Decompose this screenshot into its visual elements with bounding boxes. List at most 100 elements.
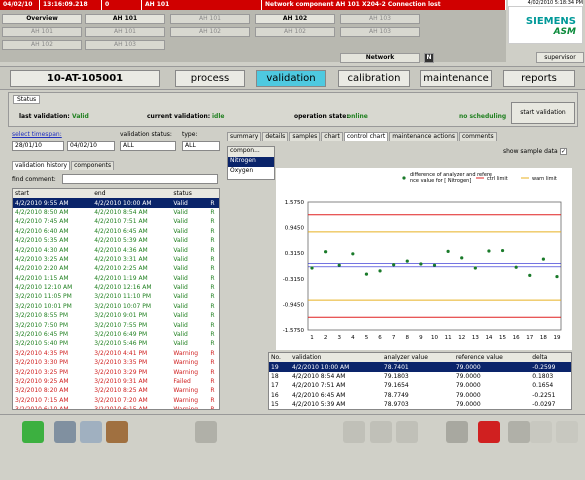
row-end: 4/2/2010 4:36 AM <box>94 246 148 254</box>
area-slot[interactable]: AH 102 <box>170 27 250 37</box>
type-select[interactable]: ALL <box>182 141 220 151</box>
history-row[interactable]: 3/2/2010 3:25 PM 3/2/2010 3:29 PM Warning R <box>13 367 219 376</box>
data-row[interactable]: 18 4/2/2010 8:54 AM 79.1803 79.0000 0.1803 <box>269 372 571 381</box>
history-row[interactable]: 3/2/2010 4:35 PM 3/2/2010 4:41 PM Warning R <box>13 349 219 358</box>
x-tick-label: 6 <box>378 335 382 341</box>
history-row[interactable]: 4/2/2010 9:55 AM 4/2/2010 10:00 AM Valid R <box>13 198 219 208</box>
screen-icon[interactable] <box>195 421 217 443</box>
history-row[interactable]: 3/2/2010 6:45 PM 3/2/2010 6:49 PM Valid R <box>13 330 219 339</box>
history-row[interactable]: 3/2/2010 3:30 PM 3/2/2010 3:35 PM Warning R <box>13 358 219 367</box>
component-nitrogen[interactable]: Nitrogen <box>228 157 274 167</box>
show-sample-checkbox[interactable]: ✓ <box>560 148 567 155</box>
history-row[interactable]: 4/2/2010 2:20 AM 4/2/2010 2:25 AM Valid R <box>13 264 219 273</box>
history-row[interactable]: 3/2/2010 8:20 AM 3/2/2010 8:25 AM Warning R <box>13 386 219 395</box>
data-cell-no: 18 <box>271 372 279 380</box>
network-icon[interactable] <box>54 421 76 443</box>
alarm-bar[interactable]: 04/02/10 13:16:09.218 0 AH 101 Network c… <box>0 0 506 10</box>
tab-maintenance-actions[interactable]: maintenance actions <box>389 132 458 141</box>
history-row[interactable]: 4/2/2010 7:45 AM 4/2/2010 7:51 AM Valid R <box>13 217 219 226</box>
col-no[interactable]: No. <box>269 353 290 362</box>
col-end[interactable]: end <box>92 189 171 198</box>
tab-control-chart[interactable]: control chart <box>343 132 389 141</box>
col-type[interactable] <box>208 189 219 198</box>
history-row[interactable]: 4/2/2010 1:15 AM 4/2/2010 1:19 AM Valid R <box>13 274 219 283</box>
history-row[interactable]: 4/2/2010 6:40 AM 4/2/2010 6:45 AM Valid R <box>13 227 219 236</box>
tab-samples[interactable]: samples <box>289 132 321 141</box>
area-slot[interactable]: AH 103 <box>340 27 420 37</box>
acknowledge-icon[interactable] <box>530 421 552 443</box>
history-row[interactable]: 4/2/2010 8:50 AM 4/2/2010 8:54 AM Valid R <box>13 208 219 217</box>
validation-status-select[interactable]: ALL <box>120 141 176 151</box>
power-icon[interactable] <box>478 421 500 443</box>
row-end: 3/2/2010 10:07 PM <box>94 302 152 310</box>
to-date-picker[interactable]: 04/02/10 <box>67 141 115 151</box>
data-row[interactable]: 15 4/2/2010 5:39 AM 78.9703 79.0000 -0.0297 <box>269 400 571 409</box>
tab-details[interactable]: details <box>262 132 289 141</box>
user-badge[interactable]: supervisor <box>536 52 584 63</box>
overview-slot[interactable]: AH 102 <box>2 40 82 50</box>
area-slot[interactable]: AH 103 <box>340 14 420 24</box>
status-tab[interactable]: Status <box>13 95 41 104</box>
data-row[interactable]: 17 4/2/2010 7:51 AM 79.1654 79.0000 0.1654 <box>269 381 571 390</box>
user-icon[interactable] <box>446 421 468 443</box>
data-row[interactable]: 144/2/2010 4:36 AM79.380579.00000.3805 <box>269 409 571 410</box>
area-ah101-button[interactable]: AH 101 <box>85 14 165 24</box>
area-slot[interactable]: AH 101 <box>170 14 250 24</box>
grid-icon[interactable] <box>370 421 392 443</box>
settings-icon[interactable] <box>396 421 418 443</box>
col-status[interactable]: status <box>171 189 208 198</box>
col-validation[interactable]: validation <box>290 353 382 362</box>
history-row[interactable]: 3/2/2010 7:15 AM 3/2/2010 7:20 AM Warning R <box>13 396 219 405</box>
speaker-icon[interactable] <box>508 421 530 443</box>
area-slot[interactable]: AH 101 <box>85 27 165 37</box>
history-row[interactable]: 3/2/2010 11:05 PM 3/2/2010 11:10 PM Valid R <box>13 292 219 301</box>
data-row[interactable]: 16 4/2/2010 6:45 AM 78.7749 79.0000 -0.2251 <box>269 391 571 400</box>
tab-calibration[interactable]: calibration <box>338 70 410 87</box>
history-row[interactable]: 3/2/2010 5:40 PM 3/2/2010 5:46 PM Valid R <box>13 339 219 348</box>
data-row[interactable]: 19 4/2/2010 10:00 AM 78.7401 79.0000 -0.2599 <box>269 362 571 372</box>
tab-chart[interactable]: chart <box>321 132 343 141</box>
history-row[interactable]: 3/2/2010 10:01 PM 3/2/2010 10:07 PM Valid R <box>13 302 219 311</box>
tab-comments[interactable]: comments <box>459 132 497 141</box>
history-row[interactable]: 3/2/2010 8:55 PM 3/2/2010 9:01 PM Valid R <box>13 311 219 320</box>
history-row[interactable]: 3/2/2010 9:25 AM 3/2/2010 9:31 AM Failed R <box>13 377 219 386</box>
find-comment-input[interactable] <box>62 174 218 184</box>
col-reference[interactable]: reference value <box>454 353 530 362</box>
overview-slot[interactable]: AH 101 <box>2 27 82 37</box>
network-button[interactable]: Network <box>340 53 420 63</box>
tab-validation[interactable]: validation <box>256 70 326 87</box>
area-ah102-button[interactable]: AH 102 <box>255 14 335 24</box>
back-arrow-icon[interactable] <box>22 421 44 443</box>
tab-process[interactable]: process <box>175 70 245 87</box>
acknowledge-all-icon[interactable] <box>556 421 578 443</box>
tab-summary[interactable]: summary <box>227 132 262 141</box>
tab-components[interactable]: components <box>71 161 115 170</box>
history-row[interactable]: 3/2/2010 7:50 PM 3/2/2010 7:55 PM Valid R <box>13 320 219 329</box>
from-date-picker[interactable]: 28/01/10 <box>12 141 64 151</box>
validation-status-label: validation status: <box>120 131 172 138</box>
area-slot[interactable]: AH 102 <box>255 27 335 37</box>
col-analyzer[interactable]: analyzer value <box>382 353 454 362</box>
history-row[interactable]: 3/2/2010 6:10 AM 3/2/2010 6:15 AM Warning R <box>13 405 219 409</box>
lock-icon[interactable] <box>343 421 365 443</box>
history-row[interactable]: 4/2/2010 5:35 AM 4/2/2010 5:39 AM Valid R <box>13 236 219 245</box>
col-delta[interactable]: delta <box>530 353 571 362</box>
row-start: 3/2/2010 8:55 PM <box>15 312 69 320</box>
alarm-time: 13:16:09.218 <box>40 0 102 10</box>
tools-icon[interactable] <box>80 421 102 443</box>
col-start[interactable]: start <box>13 189 92 198</box>
history-row[interactable]: 4/2/2010 3:25 AM 4/2/2010 3:31 AM Valid R <box>13 255 219 264</box>
history-row[interactable]: 4/2/2010 12:10 AM 4/2/2010 12:16 AM Valid R <box>13 283 219 292</box>
area-slot[interactable]: AH 103 <box>85 40 165 50</box>
history-row[interactable]: 4/2/2010 4:30 AM 4/2/2010 4:36 AM Valid R <box>13 245 219 254</box>
cabinet-icon[interactable] <box>106 421 128 443</box>
analyzer-tag: 10-AT-105001 <box>10 70 160 87</box>
overview-button[interactable]: Overview <box>2 14 82 24</box>
tab-validation-history[interactable]: validation history <box>12 161 71 170</box>
select-timespan-link[interactable]: select timespan: <box>12 131 62 138</box>
tab-maintenance[interactable]: maintenance <box>420 70 492 87</box>
start-validation-button[interactable]: start validation <box>511 102 575 124</box>
component-oxygen[interactable]: Oxygen <box>228 167 274 177</box>
component-list-header: compon... <box>228 147 274 157</box>
tab-reports[interactable]: reports <box>503 70 575 87</box>
